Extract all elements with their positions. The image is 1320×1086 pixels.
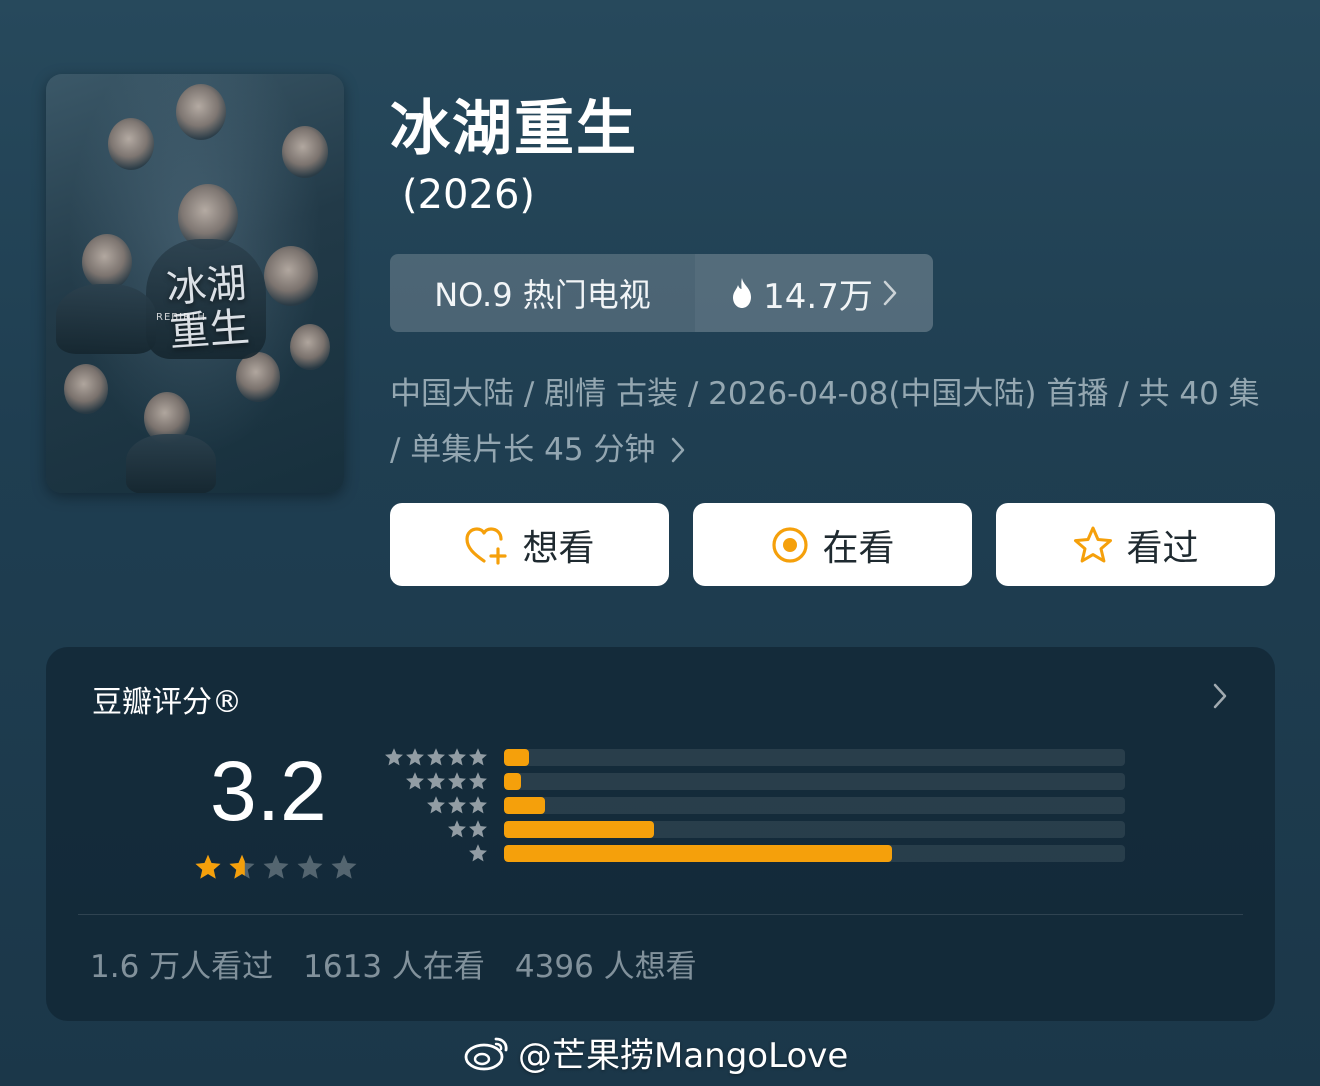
rating-card[interactable]: 豆瓣评分® 3.2 1.6 万人看过 1613 人在看 4396 人想看 — [46, 647, 1275, 1021]
small-star-icon — [469, 748, 487, 766]
small-star-icon — [427, 796, 445, 814]
show-title: 冰湖重生 — [390, 94, 638, 164]
poster-image[interactable]: 冰湖重生 REBIRTH — [46, 74, 344, 493]
small-star-icon — [448, 748, 466, 766]
rank-label[interactable]: NO.9 热门电视 — [390, 254, 695, 332]
rating-stars — [194, 853, 358, 881]
flame-icon — [733, 278, 752, 308]
small-star-icon — [448, 772, 466, 790]
star-level-2 — [378, 819, 488, 843]
watching-button[interactable]: 在看 — [693, 503, 972, 586]
chevron-right-icon[interactable] — [1210, 681, 1230, 711]
rating-bar-track — [504, 773, 1125, 790]
rating-bar-1-star — [504, 845, 893, 862]
small-star-icon — [427, 748, 445, 766]
star-level-labels — [378, 747, 488, 867]
watching-label: 在看 — [822, 527, 895, 569]
poster-figure — [282, 126, 328, 178]
rating-bar-3-star — [504, 797, 545, 814]
rating-bar-track — [504, 797, 1125, 814]
poster-figure — [290, 324, 330, 370]
heat-button[interactable]: 14.7万 — [695, 254, 933, 332]
watched-button[interactable]: 看过 — [996, 503, 1275, 586]
chevron-right-icon — [883, 280, 897, 306]
poster-subtitle: REBIRTH — [156, 312, 206, 323]
rating-bar-track — [504, 845, 1125, 862]
show-meta-info[interactable]: 中国大陆 / 剧情 古装 / 2026-04-08(中国大陆) 首播 / 共 4… — [390, 366, 1270, 478]
poster-figure — [176, 84, 226, 140]
poster-figure — [56, 284, 156, 354]
watermark: @芒果捞MangoLove — [462, 1028, 848, 1077]
ranking-box[interactable]: NO.9 热门电视 14.7万 — [390, 254, 933, 332]
rating-score: 3.2 — [210, 744, 327, 838]
want-label: 想看 — [522, 527, 595, 569]
star-level-5 — [378, 747, 488, 771]
small-star-icon — [469, 796, 487, 814]
star-level-4 — [378, 771, 488, 795]
rating-bar-4-star — [504, 773, 522, 790]
stat-watched: 1.6 万人看过 — [90, 949, 274, 985]
small-star-icon — [469, 844, 487, 862]
star-level-3 — [378, 795, 488, 819]
heat-value: 14.7万 — [763, 276, 873, 317]
poster-figure — [264, 246, 318, 306]
rating-bar-track — [504, 749, 1125, 766]
watermark-text: @芒果捞MangoLove — [518, 1036, 849, 1076]
stat-want: 4396 人想看 — [514, 949, 697, 985]
want-button[interactable]: 想看 — [390, 503, 669, 586]
small-star-icon — [469, 820, 487, 838]
poster-figure — [82, 234, 132, 290]
star-outline-icon — [1074, 526, 1113, 562]
heart-plus-icon — [465, 526, 508, 565]
chevron-right-icon — [672, 437, 685, 463]
rating-star-icon — [331, 854, 357, 879]
meta-text: 中国大陆 / 剧情 古装 / 2026-04-08(中国大陆) 首播 / 共 4… — [390, 376, 1260, 468]
rating-bar-2-star — [504, 821, 655, 838]
rating-title: 豆瓣评分® — [92, 685, 242, 720]
small-star-icon — [385, 748, 403, 766]
poster-figure — [126, 434, 216, 493]
small-star-icon — [427, 772, 445, 790]
rating-bar-track — [504, 821, 1125, 838]
small-star-icon — [469, 772, 487, 790]
rating-bar-5-star — [504, 749, 529, 766]
show-year: (2026) — [402, 172, 536, 218]
small-star-icon — [448, 796, 466, 814]
poster-figure — [236, 352, 280, 402]
weibo-icon — [464, 1037, 508, 1070]
poster-figure — [64, 364, 108, 414]
rating-star-icon — [263, 854, 289, 879]
rating-star-icon — [297, 854, 323, 879]
audience-stats: 1.6 万人看过 1613 人在看 4396 人想看 — [90, 941, 697, 986]
rating-star-icon — [229, 854, 255, 879]
poster-figure — [108, 118, 154, 170]
small-star-icon — [448, 820, 466, 838]
target-icon — [772, 526, 809, 563]
stat-watching: 1613 人在看 — [303, 949, 485, 985]
star-level-1 — [378, 843, 488, 867]
watched-label: 看过 — [1126, 527, 1199, 569]
poster-title: 冰湖重生 — [164, 260, 252, 357]
rating-distribution — [504, 749, 1125, 869]
small-star-icon — [406, 772, 424, 790]
rating-star-icon — [195, 854, 221, 879]
divider — [78, 914, 1243, 915]
small-star-icon — [406, 748, 424, 766]
